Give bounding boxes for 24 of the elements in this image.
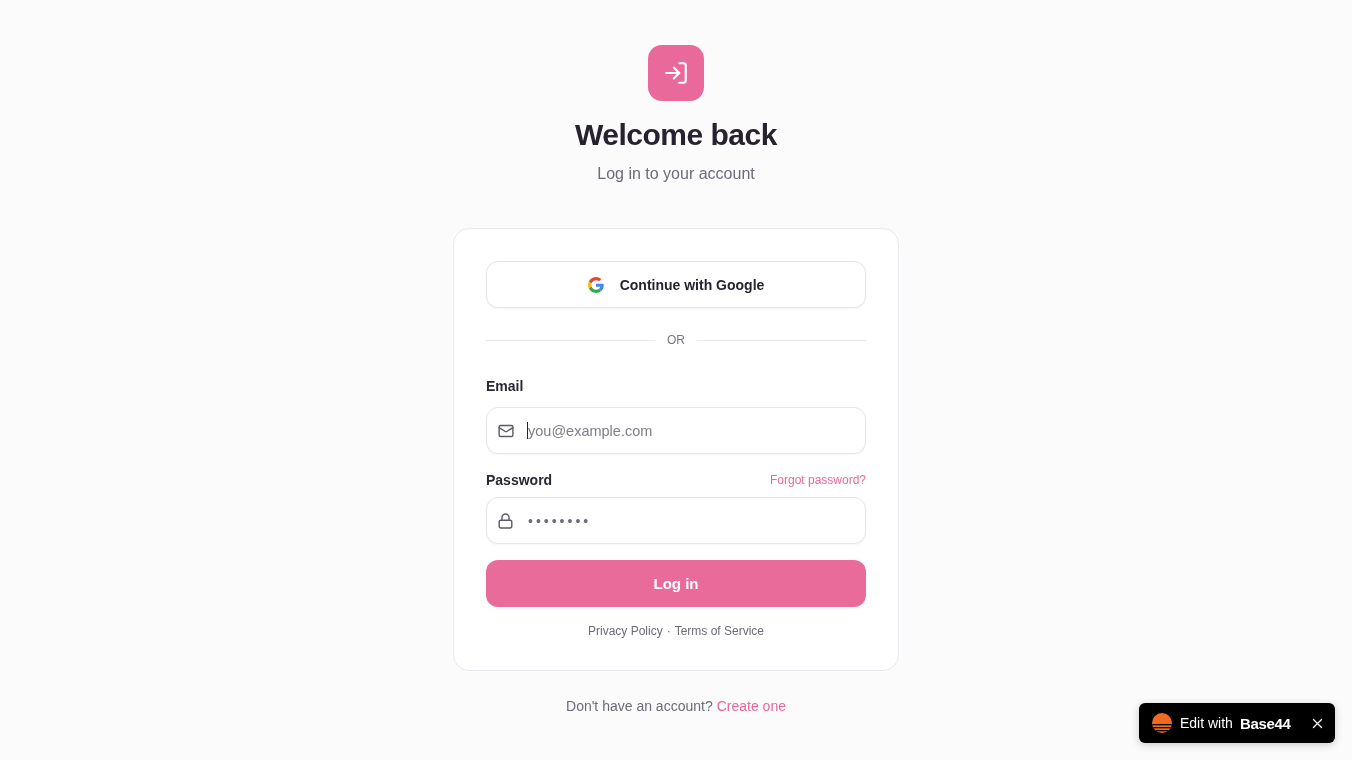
footer-link[interactable]: Terms of Service [674,623,764,639]
field-label: Password [486,471,553,490]
page-title: Welcome back [575,117,777,153]
signup-prompt: Don't have an account? [566,697,713,716]
log-in-button[interactable]: Log in [486,560,866,607]
mail-icon [499,425,513,436]
input-field[interactable]: you@example.com [486,407,866,454]
lock-icon [499,513,512,528]
striped-sun-logo-icon [1152,713,1172,733]
brand-name: Base44 [1239,714,1291,732]
page-subtitle: Log in to your account [597,164,755,184]
badge-label: Edit with [1180,715,1233,731]
divider-label: OR [667,332,685,349]
google-g-icon [587,276,604,293]
field-label: Email [486,377,524,396]
footer-link[interactable]: Privacy Policy [587,623,663,639]
edit-badge[interactable]: Edit with Base44 [1139,703,1335,743]
close-icon [1313,718,1322,728]
google-sign-in-button[interactable]: Continue with Google [486,261,866,308]
link-separator: · [666,623,671,639]
input-field[interactable]: •••••••• [486,497,866,544]
create-account-link[interactable]: Create one [716,696,786,716]
forgot-password-link[interactable]: Forgot password? [769,470,866,490]
close-button[interactable] [1313,718,1322,728]
